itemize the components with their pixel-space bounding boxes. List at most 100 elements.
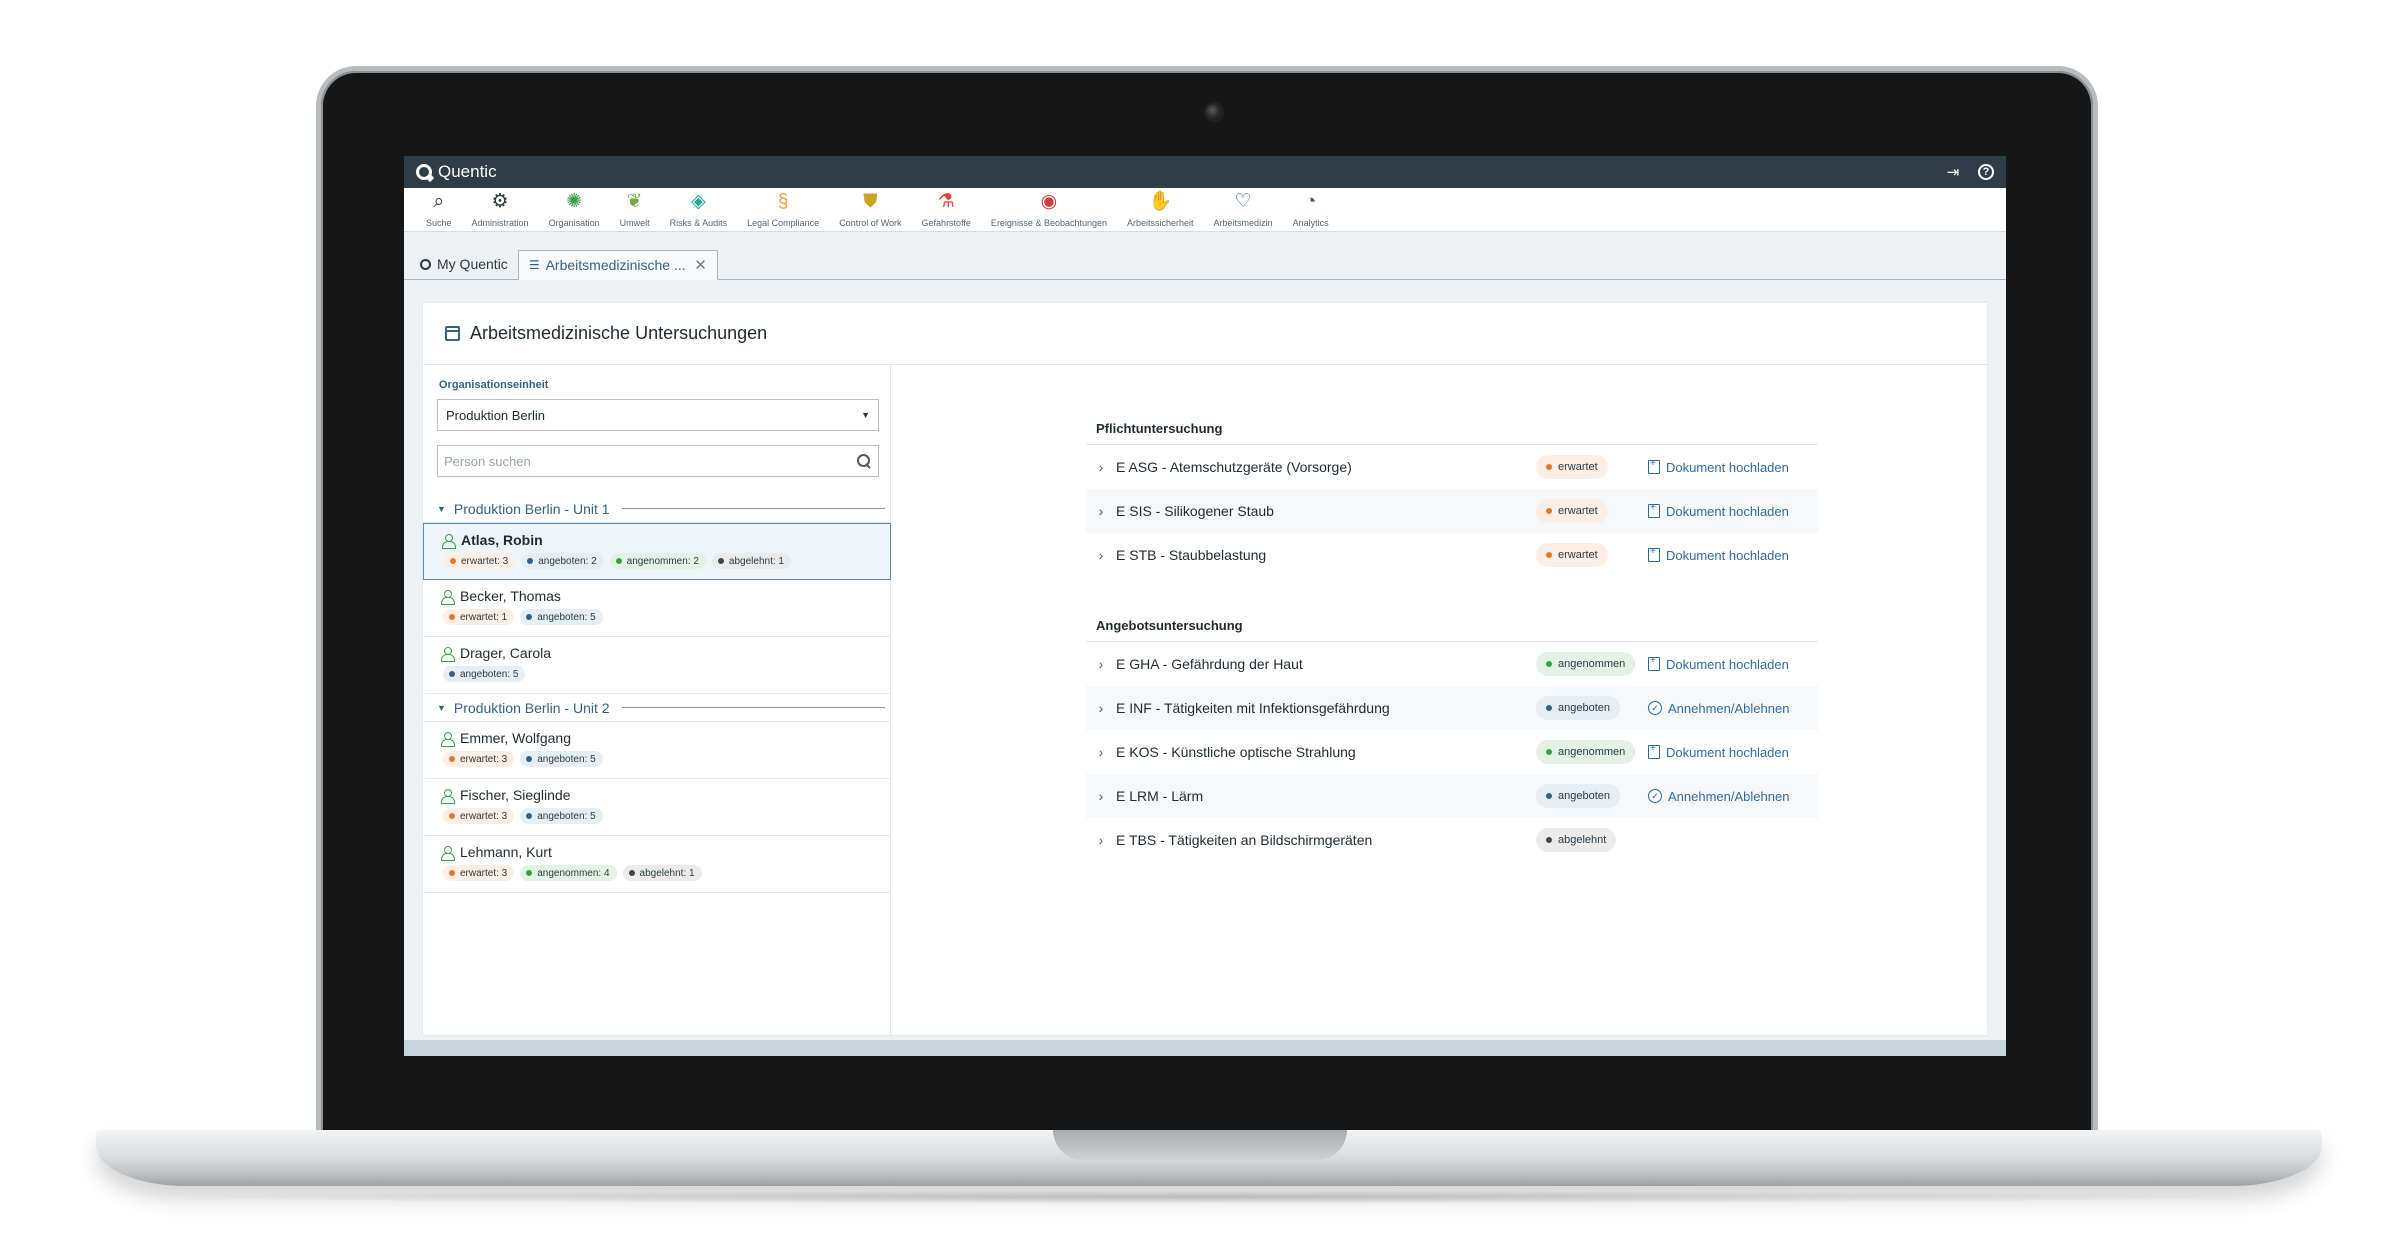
status-dot [526,870,533,876]
tab-label: Arbeitsmedizinische ... [545,257,686,273]
person-item[interactable]: Drager, Carola angeboten: 5 [423,637,891,694]
tab-my-quentic[interactable]: My Quentic [410,249,518,279]
status-chip-erwartet: erwartet: 1 [443,609,515,625]
chevron-right-icon[interactable]: › [1086,788,1116,804]
status-dot [615,558,622,564]
module-legal-compliance[interactable]: § Legal Compliance [737,190,829,228]
person-search-input[interactable] [444,453,856,469]
status-dot [1546,705,1552,711]
chevron-right-icon[interactable]: › [1086,656,1116,672]
upload-document-link[interactable]: Dokument hochladen [1648,655,1789,672]
status-badge: erwartet [1536,499,1608,523]
laptop-shadow [150,1190,2270,1204]
upload-document-link[interactable]: Dokument hochladen [1648,546,1789,563]
status-text: erwartet [1558,549,1598,561]
chevron-right-icon[interactable]: › [1086,503,1116,519]
status-chips: erwartet: 3 angeboten: 5 [443,751,891,767]
tab-arbeitsmedizinische[interactable]: ☰ Arbeitsmedizinische ... ✕ [517,250,718,280]
chip-text: erwartet: 1 [460,611,508,623]
user-icon [441,731,455,747]
person-name: Lehmann, Kurt [460,844,552,860]
person-item[interactable]: Atlas, Robin erwartet: 3 angeboten: 2 angen… [423,523,891,580]
module-organisation[interactable]: ✺ Organisation [539,190,610,228]
action-text: Annehmen/Ablehnen [1668,788,1790,804]
person-name-row: Fischer, Sieglinde [441,787,891,804]
status-chip-abgelehnt: abgelehnt: 1 [622,865,702,881]
chevron-right-icon[interactable]: › [1086,832,1116,848]
legal-compliance-icon: § [777,191,789,212]
status-dot [526,614,533,620]
examinations-pane: Pflichtuntersuchung › E ASG - Atemschutzge… [892,365,1987,1035]
module-menu-bar: ⌕ Suche ⚙ Administration ✺ Organisation ❦ Umwel… [404,188,2006,232]
chevron-right-icon[interactable]: › [1086,700,1116,716]
person-item[interactable]: Fischer, Sieglinde erwartet: 3 angeboten: … [423,779,891,836]
org-unit-value: Produktion Berlin [446,407,545,423]
person-item[interactable]: Becker, Thomas erwartet: 1 angeboten: 5 [423,580,891,637]
status-chips: angeboten: 5 [443,666,891,682]
close-icon[interactable]: ✕ [694,256,707,274]
chevron-right-icon[interactable]: › [1086,459,1116,475]
exam-row[interactable]: › E TBS - Tätigkeiten an Bildschirmgeräte… [1086,818,1818,862]
chip-text: erwartet: 3 [460,810,508,822]
caret-down-icon: ▼ [437,702,446,713]
status-chip-angeboten: angeboten: 5 [520,609,603,625]
status-badge: angenommen [1536,652,1636,676]
status-chips: erwartet: 3 angeboten: 5 [443,808,891,824]
upload-document-link[interactable]: Dokument hochladen [1648,743,1789,760]
status-cell: angenommen [1536,740,1648,764]
module-label: Umwelt [619,218,650,228]
status-dot [628,870,635,876]
module-ereignisse[interactable]: ◉ Ereignisse & Beobachtungen [981,190,1117,228]
module-gefahrstoffe[interactable]: ⚗ Gefahrstoffe [912,190,981,228]
brand-name: Quentic [438,162,497,181]
person-item[interactable]: Emmer, Wolfgang erwartet: 3 angeboten: 5 [423,722,891,779]
exam-row[interactable]: › E KOS - Künstliche optische Strahlung an… [1086,730,1818,774]
exam-row[interactable]: › E INF - Tätigkeiten mit Infektionsgefäh… [1086,686,1818,730]
exam-label: E TBS - Tätigkeiten an Bildschirmgeräten [1116,832,1373,848]
person-search[interactable] [437,445,879,477]
module-umwelt[interactable]: ❦ Umwelt [610,190,660,228]
help-icon[interactable]: ? [1978,164,1994,180]
group-header[interactable]: ▼ Produktion Berlin - Unit 2 [423,694,891,722]
chip-text: angenommen: 4 [537,867,610,879]
module-risks-audits[interactable]: ◈ Risks & Audits [660,190,738,228]
person-item[interactable]: Lehmann, Kurt erwartet: 3 angenommen: 4 abg… [423,836,891,893]
org-unit-select[interactable]: Produktion Berlin ▼ [437,399,879,431]
accept-decline-link[interactable]: ✓ Annehmen/Ablehnen [1648,789,1789,804]
chevron-right-icon[interactable]: › [1086,744,1116,760]
group-header[interactable]: ▼ Produktion Berlin - Unit 1 [423,495,891,523]
module-arbeitssicherheit[interactable]: ✋ Arbeitssicherheit [1117,190,1204,228]
section-title: Pflichtuntersuchung [1086,421,1818,445]
chevron-right-icon[interactable]: › [1086,547,1116,563]
status-chip-erwartet: erwartet: 3 [444,553,516,569]
risks-audits-icon: ◈ [691,191,706,212]
search-icon[interactable] [856,453,872,469]
status-dot [1546,749,1552,755]
document-upload-icon [1648,655,1660,671]
upload-document-link[interactable]: Dokument hochladen [1648,502,1789,519]
exam-row[interactable]: ›E STB - Staubbelastung erwartet Dokument … [1086,533,1818,577]
people-list: ▼ Produktion Berlin - Unit 1 Atlas, Robin e… [423,495,891,893]
exam-label: E STB - Staubbelastung [1116,547,1267,563]
upload-document-link[interactable]: Dokument hochladen [1648,458,1789,475]
exam-row[interactable]: ›E GHA - Gefährdung der Haut angenommen Do… [1086,642,1818,686]
exam-row[interactable]: › E LRM - Lärm angeboten ✓ Annehmen/Ablehnen [1086,774,1818,818]
logout-icon[interactable]: ⇥ [1944,163,1962,181]
module-search[interactable]: ⌕ Suche [416,190,462,228]
action-text: Dokument hochladen [1666,503,1789,519]
exam-row[interactable]: ›E SIS - Silikogener Staub erwartet Dokume… [1086,489,1818,533]
chip-text: erwartet: 3 [460,867,508,879]
module-arbeitsmedizin[interactable]: ♡ Arbeitsmedizin [1204,190,1283,228]
exam-row[interactable]: › E ASG - Atemschutzgeräte (Vorsorge) erwa… [1086,445,1818,489]
brand[interactable]: Quentic [416,162,497,182]
module-administration[interactable]: ⚙ Administration [462,190,539,228]
module-control-of-work[interactable]: ⛊ Control of Work [829,190,911,228]
status-text: erwartet [1558,505,1598,517]
module-analytics[interactable]: ◔ Analytics [1283,190,1339,228]
status-cell: abgelehnt [1536,828,1648,852]
person-name: Emmer, Wolfgang [460,730,572,746]
status-dot [449,614,455,620]
accept-decline-link[interactable]: ✓ Annehmen/Ablehnen [1648,701,1789,716]
status-chip-erwartet: erwartet: 3 [443,808,515,824]
caret-down-icon: ▼ [437,503,446,514]
